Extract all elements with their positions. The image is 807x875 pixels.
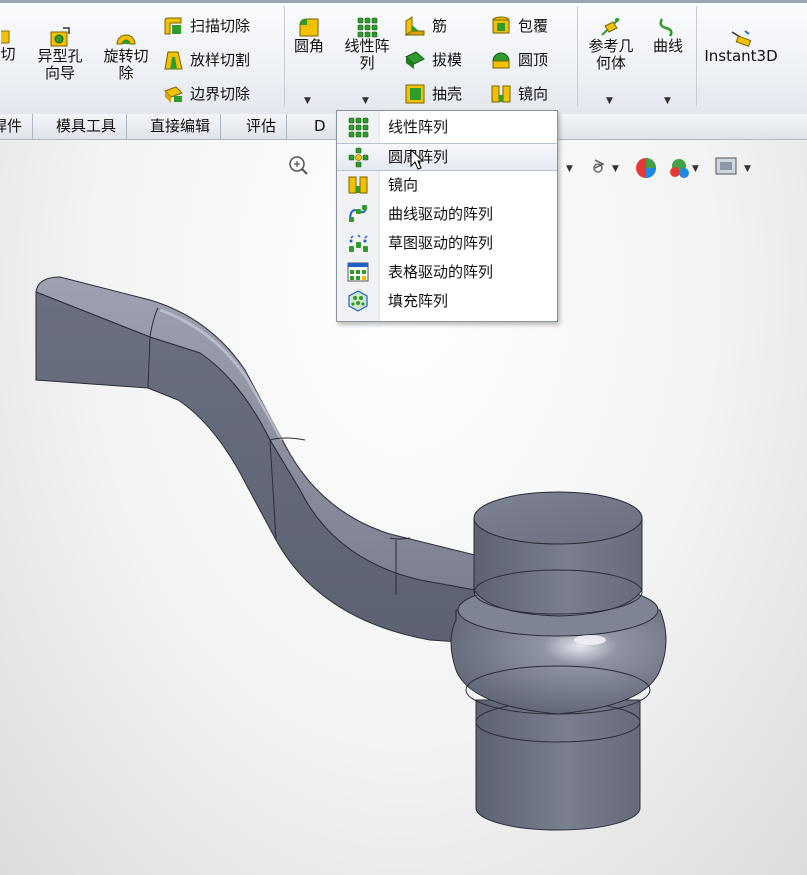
view-settings-icon[interactable]: ▼ [715, 157, 751, 175]
linear-pattern-button[interactable]: 线性阵 列 [336, 16, 398, 72]
menu-item-label: 镜向 [388, 176, 419, 194]
reference-geometry-label: 参考几 何体 [588, 37, 634, 72]
menu-item-curve-driven-pattern[interactable]: 曲线驱动的阵列 [337, 200, 557, 228]
revolved-cut-icon [116, 34, 136, 45]
tab-mold-tools[interactable]: 模具工具 [46, 114, 128, 139]
curve-driven-pattern-icon [349, 205, 367, 222]
command-manager-ribbon: 切 异型孔 向导 旋转切 除 扫描切除 放样切割 边界切除 圆角 ▼ 线性阵 列… [0, 0, 807, 115]
fillet-icon [299, 18, 319, 37]
appearance-icon[interactable] [636, 158, 656, 178]
reference-geometry-icon [601, 18, 620, 36]
extruded-cut-label: 切 [0, 45, 16, 63]
swept-cut-icon [164, 17, 182, 35]
curves-icon [659, 18, 673, 37]
menu-item-table-driven-pattern[interactable]: 表格驱动的阵列 [337, 258, 557, 286]
dome-icon [492, 52, 510, 69]
rib-icon [404, 16, 425, 36]
fill-pattern-icon [348, 290, 368, 312]
mirror-label: 镜向 [518, 84, 549, 103]
pattern-flyout-menu: 线性阵列 圆周阵列 镜向 曲线驱动的阵列 [336, 110, 558, 322]
ribbon-separator [284, 6, 285, 106]
menu-item-circular-pattern[interactable]: 圆周阵列 [337, 143, 557, 171]
extruded-cut-icon [1, 30, 10, 44]
scene-icon[interactable]: ▼ [670, 159, 699, 178]
dome-label: 圆顶 [518, 50, 549, 69]
swept-cut-button[interactable]: 扫描切除 [162, 14, 250, 38]
instant3d-label: Instant3D [704, 47, 778, 65]
fillet-label: 圆角 [293, 37, 324, 55]
rib-label: 筋 [432, 16, 448, 35]
tab-evaluate[interactable]: 评估 [236, 114, 288, 139]
extruded-cut-button[interactable]: 切 [0, 28, 20, 63]
lofted-cut-icon [164, 51, 183, 70]
hole-wizard-button[interactable]: 异型孔 向导 [28, 26, 92, 82]
hole-wizard-label: 异型孔 向导 [37, 47, 83, 82]
curves-button[interactable]: 曲线 [646, 16, 690, 55]
menu-item-fill-pattern[interactable]: 填充阵列 [337, 287, 557, 315]
hole-wizard-icon [50, 27, 70, 47]
ribbon-separator [577, 6, 578, 106]
dome-button[interactable]: 圆顶 [490, 48, 548, 72]
reference-geometry-dropdown-caret[interactable]: ▼ [606, 96, 613, 106]
mirror-icon [348, 176, 368, 194]
ribbon-top-border [0, 0, 807, 3]
menu-item-label: 填充阵列 [388, 292, 449, 310]
linear-pattern-icon [348, 117, 369, 138]
svg-text:▼: ▼ [744, 164, 751, 174]
shell-button[interactable]: 抽壳 [404, 82, 462, 106]
swept-cut-label: 扫描切除 [190, 16, 251, 35]
draft-label: 拔模 [432, 50, 463, 69]
rib-button[interactable]: 筋 [404, 14, 447, 38]
mouse-cursor-icon [410, 148, 425, 170]
boundary-cut-label: 边界切除 [190, 84, 251, 103]
menu-item-linear-pattern[interactable]: 线性阵列 [337, 113, 557, 141]
menu-item-label: 草图驱动的阵列 [388, 234, 494, 252]
linear-pattern-icon [357, 17, 378, 38]
boundary-cut-button[interactable]: 边界切除 [162, 82, 250, 106]
linear-pattern-label: 线性阵 列 [344, 37, 390, 72]
curves-dropdown-caret[interactable]: ▼ [664, 96, 671, 106]
fillet-button[interactable]: 圆角 [288, 16, 330, 55]
menu-item-mirror[interactable]: 镜向 [337, 171, 557, 199]
wrap-button[interactable]: 包覆 [490, 14, 548, 38]
ribbon-separator [696, 6, 697, 106]
fillet-dropdown-caret[interactable]: ▼ [304, 96, 311, 106]
tab-direct-editing[interactable]: 直接编辑 [140, 114, 222, 139]
instant3d-icon [731, 30, 752, 47]
tab-dimxpert[interactable]: D [304, 114, 337, 139]
tab-weldments[interactable]: 焊件 [0, 114, 34, 139]
menu-item-sketch-driven-pattern[interactable]: 草图驱动的阵列 [337, 229, 557, 257]
mirror-button[interactable]: 镜向 [490, 82, 548, 106]
lofted-cut-button[interactable]: 放样切割 [162, 48, 250, 72]
pattern-dropdown-caret[interactable]: ▼ [362, 96, 369, 106]
zoom-to-fit-icon[interactable] [289, 156, 308, 175]
lofted-cut-label: 放样切割 [190, 50, 251, 69]
sketch-driven-pattern-icon [349, 234, 368, 252]
draft-button[interactable]: 拔模 [404, 48, 462, 72]
menu-item-label: 表格驱动的阵列 [388, 263, 494, 281]
draft-icon [405, 51, 425, 69]
instant3d-button[interactable]: Instant3D [700, 28, 782, 64]
reference-geometry-button[interactable]: 参考几 何体 [580, 16, 642, 72]
revolved-cut-button[interactable]: 旋转切 除 [94, 28, 158, 82]
menu-item-label: 曲线驱动的阵列 [388, 205, 494, 223]
shell-label: 抽壳 [432, 84, 463, 103]
revolved-cut-label: 旋转切 除 [103, 47, 149, 82]
boundary-cut-icon [164, 86, 183, 103]
wrap-icon [492, 16, 510, 34]
mirror-icon [491, 85, 511, 103]
svg-text:▼: ▼ [612, 164, 619, 174]
menu-item-label: 线性阵列 [388, 118, 449, 136]
shell-icon [405, 84, 425, 104]
svg-text:▼: ▼ [692, 164, 699, 174]
hide-show-dropdown-caret[interactable]: ▼ [566, 164, 573, 174]
table-driven-pattern-icon [347, 262, 369, 282]
circular-pattern-icon [348, 147, 369, 168]
display-style-icon[interactable]: ▼ [593, 159, 619, 174]
curves-label: 曲线 [652, 37, 683, 55]
part-model [35, 276, 667, 831]
wrap-label: 包覆 [518, 16, 549, 35]
